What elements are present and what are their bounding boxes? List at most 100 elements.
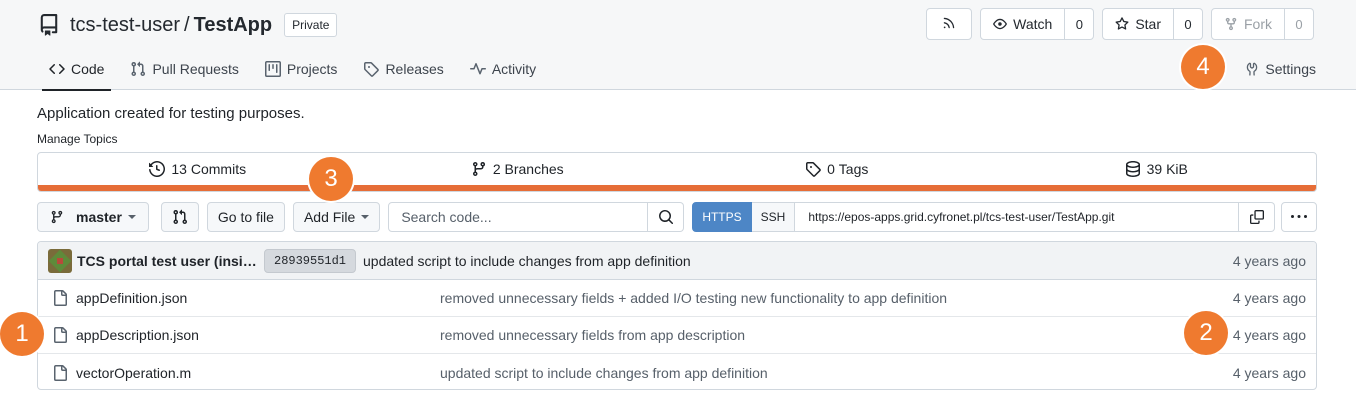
search-icon <box>658 209 674 225</box>
file-toolbar: master Go to file Add File HTTPS SSH htt… <box>37 202 1317 232</box>
file-row: vectorOperation.m updated script to incl… <box>38 354 1316 389</box>
rss-icon <box>942 16 956 33</box>
tab-activity[interactable]: Activity <box>457 48 549 90</box>
kebab-horizontal-icon <box>1291 209 1307 225</box>
file-commit-message[interactable]: removed unnecessary fields + added I/O t… <box>440 290 1233 306</box>
search-button[interactable] <box>648 202 685 232</box>
compare-icon <box>172 209 188 225</box>
tab-code[interactable]: Code <box>36 48 117 91</box>
fork-count[interactable]: 0 <box>1285 9 1313 39</box>
language-bar <box>38 185 1316 191</box>
fork-button-group: Fork 0 <box>1211 8 1314 40</box>
tags-label: Tags <box>838 161 869 177</box>
eye-icon <box>993 17 1008 31</box>
history-icon <box>149 161 166 177</box>
fork-icon <box>1224 17 1238 31</box>
manage-topics-link[interactable]: Manage Topics <box>37 132 118 146</box>
size-stat: 39 KiB <box>997 161 1317 177</box>
file-name-link[interactable]: vectorOperation.m <box>76 365 440 381</box>
compare-button[interactable] <box>160 202 199 232</box>
star-icon <box>1115 17 1129 31</box>
copy-icon <box>1249 210 1264 224</box>
repo-actions: Watch 0 Star 0 Fork 0 <box>926 8 1314 40</box>
file-name-link[interactable]: appDefinition.json <box>76 290 440 306</box>
avatar[interactable] <box>48 248 72 273</box>
rss-button[interactable] <box>926 8 973 40</box>
repo-tabs: Code Pull Requests Projects Releases Act… <box>36 48 549 91</box>
clone-box: HTTPS SSH https://epos-apps.grid.cyfrone… <box>692 202 1317 232</box>
commit-author[interactable]: TCS portal test user (insilic... <box>77 253 257 269</box>
tab-settings[interactable]: Settings <box>1245 48 1316 90</box>
star-label: Star <box>1135 16 1161 32</box>
chevron-down-icon <box>127 215 136 219</box>
repo-icon <box>38 13 62 37</box>
repo-header: tcs-test-user / TestApp Private Watch 0 <box>0 0 1356 91</box>
copy-url-button[interactable] <box>1239 202 1275 232</box>
tab-code-label: Code <box>71 61 105 77</box>
commit-time: 4 years ago <box>1232 252 1306 269</box>
code-search <box>388 202 685 232</box>
branch-name: master <box>76 209 122 225</box>
project-icon <box>264 61 281 77</box>
file-commit-time: 4 years ago <box>1232 364 1306 381</box>
add-file-button[interactable]: Add File <box>292 202 381 232</box>
search-input[interactable] <box>388 202 649 232</box>
star-button[interactable]: Star <box>1103 9 1174 39</box>
code-icon <box>49 61 65 77</box>
file-row: appDescription.json removed unnecessary … <box>38 317 1316 354</box>
file-commit-message[interactable]: removed unnecessary fields from app desc… <box>440 327 1233 343</box>
tab-releases-label: Releases <box>385 61 444 77</box>
commits-label: Commits <box>190 161 247 177</box>
annotation-marker-2: 2 <box>1184 311 1228 355</box>
file-icon <box>52 327 68 343</box>
commit-sha-button[interactable]: 28939551d1 <box>264 248 357 273</box>
file-commit-time: 4 years ago <box>1232 327 1306 343</box>
tags-stat[interactable]: 0 Tags <box>677 161 997 177</box>
pulse-icon <box>469 61 486 77</box>
star-button-group: Star 0 <box>1102 8 1203 40</box>
watch-count[interactable]: 0 <box>1065 9 1093 39</box>
file-icon <box>52 364 68 381</box>
tab-projects-label: Projects <box>286 61 338 77</box>
tags-count: 0 <box>827 161 835 177</box>
branch-selector[interactable]: master <box>37 202 149 232</box>
star-count[interactable]: 0 <box>1174 9 1202 39</box>
ssh-toggle[interactable]: SSH <box>751 202 796 232</box>
watch-button[interactable]: Watch <box>981 9 1066 39</box>
https-toggle[interactable]: HTTPS <box>692 202 752 232</box>
watch-button-group: Watch 0 <box>980 8 1095 40</box>
tab-pull-requests-label: Pull Requests <box>152 61 239 77</box>
tab-pull-requests[interactable]: Pull Requests <box>117 48 251 90</box>
branches-stat[interactable]: 2 Branches <box>358 161 678 177</box>
repo-title: tcs-test-user / TestApp Private <box>38 10 338 40</box>
latest-commit-row: TCS portal test user (insilic... 2893955… <box>38 242 1316 280</box>
repo-owner-link[interactable]: tcs-test-user <box>70 14 180 37</box>
annotation-marker-4: 4 <box>1181 45 1225 89</box>
fork-button[interactable]: Fork <box>1212 9 1285 39</box>
tab-activity-label: Activity <box>491 61 537 77</box>
tools-icon <box>1245 62 1259 76</box>
tab-settings-label: Settings <box>1265 61 1316 77</box>
file-list: TCS portal test user (insilic... 2893955… <box>37 241 1317 390</box>
file-name-link[interactable]: appDescription.json <box>76 327 440 343</box>
clone-url-field[interactable]: https://epos-apps.grid.cyfronet.pl/tcs-t… <box>795 202 1239 232</box>
database-icon <box>1125 161 1141 177</box>
tab-projects[interactable]: Projects <box>252 48 351 90</box>
pull-request-icon <box>130 61 146 77</box>
add-file-label: Add File <box>303 209 356 225</box>
commit-message[interactable]: updated script to include changes from a… <box>363 253 1233 269</box>
file-commit-message[interactable]: updated script to include changes from a… <box>440 365 1233 381</box>
repo-size: 39 KiB <box>1146 161 1188 177</box>
more-options-button[interactable] <box>1281 202 1317 232</box>
branch-icon <box>471 161 487 177</box>
go-to-file-button[interactable]: Go to file <box>206 202 285 232</box>
commits-count: 13 <box>171 161 187 177</box>
repo-name-link[interactable]: TestApp <box>194 14 273 37</box>
fork-label: Fork <box>1244 16 1272 32</box>
tab-releases[interactable]: Releases <box>350 48 456 90</box>
repo-description: Application created for testing purposes… <box>37 105 305 122</box>
chevron-down-icon <box>361 215 370 219</box>
visibility-badge: Private <box>284 13 338 37</box>
branch-icon <box>50 210 64 224</box>
file-icon <box>52 290 68 306</box>
